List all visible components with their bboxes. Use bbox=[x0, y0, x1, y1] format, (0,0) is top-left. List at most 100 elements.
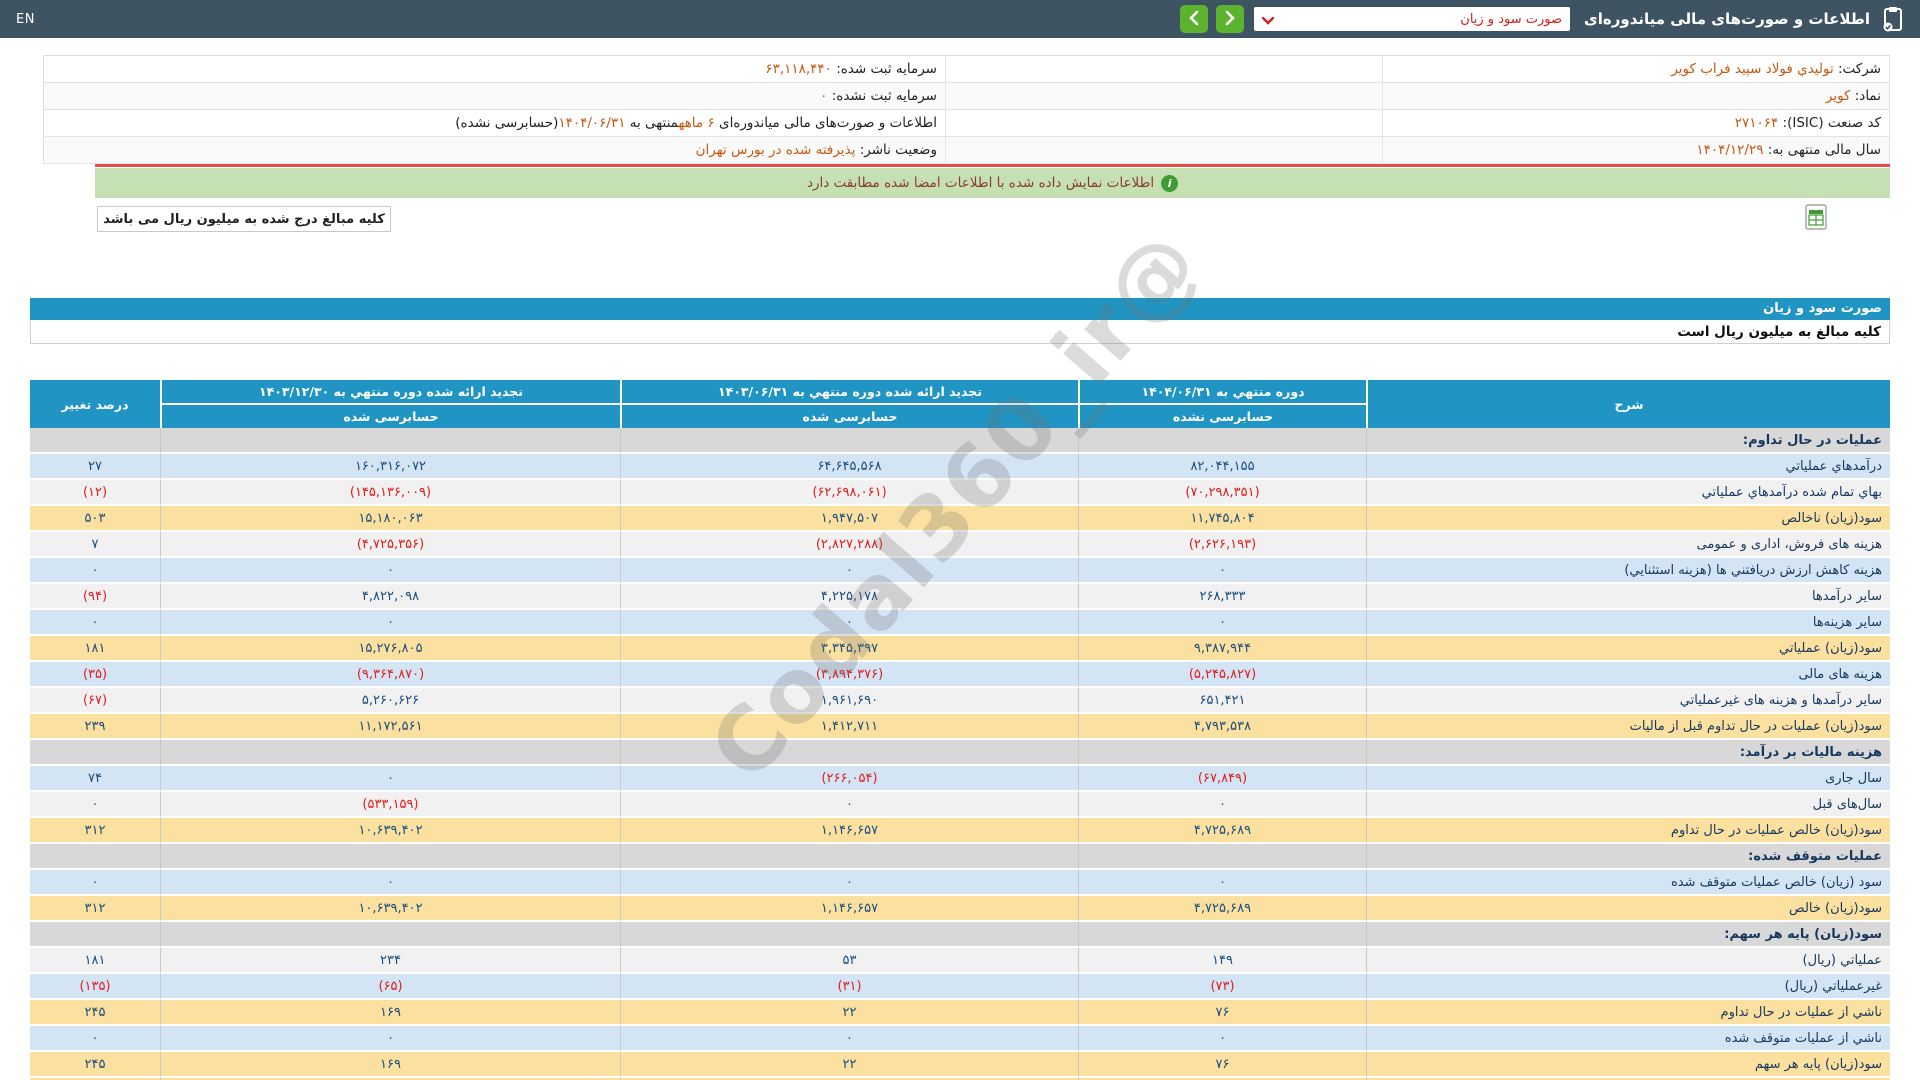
company-info-cell: نماد: كوير bbox=[1382, 82, 1890, 110]
row-value: ۴,۷۲۵,۶۸۹ bbox=[1078, 896, 1366, 922]
chevron-down-icon bbox=[1261, 10, 1275, 29]
row-value: (۵,۲۴۵,۸۲۷) bbox=[1078, 662, 1366, 688]
row-value: (۲۶۶,۰۵۴) bbox=[620, 766, 1078, 792]
nav-next-button[interactable] bbox=[1216, 5, 1245, 33]
row-value: ۲۳۴ bbox=[160, 948, 620, 974]
row-value: ۲۶۸,۳۳۳ bbox=[1078, 584, 1366, 610]
row-value: ۰ bbox=[30, 792, 160, 818]
row-value: ۰ bbox=[1078, 610, 1366, 636]
row-value: ۰ bbox=[1078, 1026, 1366, 1052]
nav-prev-button[interactable] bbox=[1180, 5, 1209, 33]
row-value: (۶۲,۶۹۸,۰۶۱) bbox=[620, 480, 1078, 506]
row-value: ۴,۷۹۳,۵۳۸ bbox=[1078, 714, 1366, 740]
chevron-right-icon bbox=[1224, 10, 1236, 29]
row-value: ۱,۹۶۱,۶۹۰ bbox=[620, 688, 1078, 714]
header-audit-current: حسابرسی نشده bbox=[1078, 403, 1366, 428]
row-value bbox=[30, 428, 160, 454]
company-info-cell: وضعیت ناشر: پذيرفته شده در بورس تهران bbox=[43, 136, 946, 164]
income-statement-table: شرح دوره منتهي به ۱۴۰۴/۰۶/۳۱ تجدید ارائه… bbox=[30, 380, 1890, 1080]
row-label: سال‌هاى قبل bbox=[1366, 792, 1890, 818]
row-value: (۳۱) bbox=[620, 974, 1078, 1000]
statement-data-row: بهاي تمام شده درآمدهاي عملياتي (۷۰,۲۹۸,۳۵… bbox=[30, 480, 1890, 506]
row-value bbox=[1078, 922, 1366, 948]
row-value bbox=[620, 844, 1078, 870]
row-value: ۰ bbox=[1078, 792, 1366, 818]
row-value: ۱,۱۴۶,۶۵۷ bbox=[620, 896, 1078, 922]
row-value: ۱,۴۱۲,۷۱۱ bbox=[620, 714, 1078, 740]
row-value: ۰ bbox=[160, 870, 620, 896]
company-info-row: نماد: كوير سرمایه ثبت نشده: ۰ bbox=[43, 82, 1890, 110]
company-info-empty-cell bbox=[945, 55, 1383, 83]
row-value: ۰ bbox=[160, 558, 620, 584]
statement-section-row: عملیات در حال تداوم: bbox=[30, 428, 1890, 454]
row-label: ناشي از عمليات متوقف شده bbox=[1366, 1026, 1890, 1052]
row-value: ۵,۲۶۰,۶۲۶ bbox=[160, 688, 620, 714]
row-value: ۰ bbox=[30, 1026, 160, 1052]
row-value: ۱۱,۷۴۵,۸۰۴ bbox=[1078, 506, 1366, 532]
row-value bbox=[160, 844, 620, 870]
company-info-cell: شرکت: توليدي فولاد سپيد فراب كوير bbox=[1382, 55, 1890, 83]
row-value: (۱۲) bbox=[30, 480, 160, 506]
row-value: ۰ bbox=[160, 766, 620, 792]
row-value: ۱,۱۴۶,۶۵۷ bbox=[620, 818, 1078, 844]
row-value: ۰ bbox=[160, 610, 620, 636]
row-value: ۰ bbox=[620, 870, 1078, 896]
report-type-dropdown[interactable]: صورت سود و زیان bbox=[1254, 7, 1571, 31]
codal-financial-statement-page: اطلاعات و صورت‌های مالی میاندوره‌ای صورت… bbox=[0, 0, 1920, 1080]
statement-data-row: غيرعملياتي (ريال) (۷۳) (۳۱) (۶۵) (۱۳۵) bbox=[30, 974, 1890, 1000]
row-value bbox=[30, 922, 160, 948]
statement-data-row: هزينه هاى فروش، ادارى و عمومى (۲,۶۲۶,۱۹۳)… bbox=[30, 532, 1890, 558]
row-label: سود(زيان) عملياتي bbox=[1366, 636, 1890, 662]
row-value: ۵۳ bbox=[620, 948, 1078, 974]
row-value: ۴,۲۲۵,۱۷۸ bbox=[620, 584, 1078, 610]
row-value bbox=[160, 740, 620, 766]
row-value: ۱۸۱ bbox=[30, 948, 160, 974]
row-label: ساير درآمدها bbox=[1366, 584, 1890, 610]
row-value: ۰ bbox=[1078, 870, 1366, 896]
row-value: ۲۴۵ bbox=[30, 1052, 160, 1078]
row-value: (۳,۸۹۴,۳۷۶) bbox=[620, 662, 1078, 688]
row-label: سود(زيان) خالص bbox=[1366, 896, 1890, 922]
statement-data-row: سال جارى (۶۷,۸۴۹) (۲۶۶,۰۵۴) ۰ ۷۴ bbox=[30, 766, 1890, 792]
row-value: (۶۵) bbox=[160, 974, 620, 1000]
statement-data-row: درآمدهاي عملياتي ۸۲,۰۴۴,۱۵۵ ۶۴,۶۴۵,۵۶۸ ۱۶۰,… bbox=[30, 454, 1890, 480]
row-value: ۰ bbox=[620, 558, 1078, 584]
statement-data-row: ناشي از عمليات متوقف شده ۰ ۰ ۰ ۰ bbox=[30, 1026, 1890, 1052]
header-desc: شرح bbox=[1366, 380, 1890, 428]
language-toggle-en[interactable]: EN bbox=[16, 12, 35, 27]
row-value: ۱۶۹ bbox=[160, 1052, 620, 1078]
row-value: ۱۰,۶۳۹,۴۰۲ bbox=[160, 896, 620, 922]
row-label: ساير هزينه‌ها bbox=[1366, 610, 1890, 636]
row-value: (۲,۸۲۷,۲۸۸) bbox=[620, 532, 1078, 558]
row-value: ۲۷ bbox=[30, 454, 160, 480]
row-value: ۱,۹۴۷,۵۰۷ bbox=[620, 506, 1078, 532]
statement-data-row: سال‌هاى قبل ۰ ۰ (۵۳۳,۱۵۹) ۰ bbox=[30, 792, 1890, 818]
row-label: سود(زيان) ناخالص bbox=[1366, 506, 1890, 532]
statement-table-header: شرح دوره منتهي به ۱۴۰۴/۰۶/۳۱ تجدید ارائه… bbox=[30, 380, 1890, 428]
statement-data-row: سود(زيان) ناخالص ۱۱,۷۴۵,۸۰۴ ۱,۹۴۷,۵۰۷ ۱۵,۱۸… bbox=[30, 506, 1890, 532]
row-value bbox=[1078, 740, 1366, 766]
row-value: ۴,۷۲۵,۶۸۹ bbox=[1078, 818, 1366, 844]
company-info-cell: اطلاعات و صورت‌های مالی میاندوره‌ای ۶ ما… bbox=[43, 109, 946, 137]
company-info-cell: سال مالی منتهی به: ۱۴۰۴/۱۲/۲۹ bbox=[1382, 136, 1890, 164]
row-value: ۳۱۲ bbox=[30, 896, 160, 922]
row-value: ۲۴۵ bbox=[30, 1000, 160, 1026]
row-value: (۱۳۵) bbox=[30, 974, 160, 1000]
excel-export-icon[interactable] bbox=[1804, 204, 1828, 230]
row-label: ناشي از عمليات در حال تداوم bbox=[1366, 1000, 1890, 1026]
statement-data-row: سود(زيان) عمليات در حال تداوم قبل از مال… bbox=[30, 714, 1890, 740]
row-label: سود (زيان) خالص عمليات متوقف شده bbox=[1366, 870, 1890, 896]
company-info-empty-cell bbox=[945, 136, 1383, 164]
chevron-left-icon bbox=[1188, 10, 1200, 29]
signature-match-text: اطلاعات نمایش داده شده با اطلاعات امضا ش… bbox=[806, 175, 1155, 191]
statement-data-row: ساير درآمدها ۲۶۸,۳۳۳ ۴,۲۲۵,۱۷۸ ۴,۸۲۲,۰۹۸ (۹۴… bbox=[30, 584, 1890, 610]
company-info-row: شرکت: توليدي فولاد سپيد فراب كوير سرمایه … bbox=[43, 55, 1890, 83]
row-value: (۴,۷۲۵,۳۵۶) bbox=[160, 532, 620, 558]
page-title: اطلاعات و صورت‌های مالی میاندوره‌ای bbox=[1584, 10, 1870, 28]
header-period-restated-annual: تجدید ارائه شده دوره منتهي به ۱۴۰۳/۱۲/۳۰ bbox=[160, 380, 620, 403]
statement-data-row: عملياتي (ريال) ۱۴۹ ۵۳ ۲۳۴ ۱۸۱ bbox=[30, 948, 1890, 974]
top-navigation-bar: اطلاعات و صورت‌های مالی میاندوره‌ای صورت… bbox=[0, 0, 1920, 38]
statement-data-row: هزينه كاهش ارزش دريافتني ها (هزينه استثن… bbox=[30, 558, 1890, 584]
row-value: ۶۴,۶۴۵,۵۶۸ bbox=[620, 454, 1078, 480]
row-value: ۰ bbox=[30, 558, 160, 584]
